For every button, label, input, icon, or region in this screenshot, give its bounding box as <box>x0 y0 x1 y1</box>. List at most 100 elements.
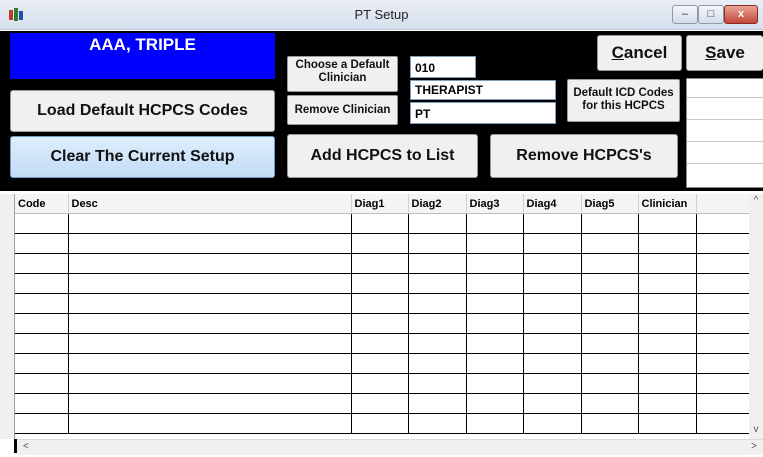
table-cell[interactable] <box>466 373 524 394</box>
column-header[interactable]: Diag3 <box>466 194 524 214</box>
table-row[interactable] <box>15 213 749 234</box>
table-cell[interactable] <box>408 373 467 394</box>
table-cell[interactable] <box>351 353 409 374</box>
table-cell[interactable] <box>15 233 69 254</box>
table-cell[interactable] <box>523 253 582 274</box>
table-row[interactable] <box>15 293 749 314</box>
table-row[interactable] <box>15 393 749 414</box>
table-cell[interactable] <box>696 413 749 434</box>
table-cell[interactable] <box>351 393 409 414</box>
table-cell[interactable] <box>696 293 749 314</box>
column-header[interactable]: Desc <box>68 194 352 214</box>
table-cell[interactable] <box>68 253 352 274</box>
table-cell[interactable] <box>351 333 409 354</box>
maximize-button[interactable]: □ <box>698 5 724 24</box>
table-cell[interactable] <box>581 233 639 254</box>
add-hcpcs-button[interactable]: Add HCPCS to List <box>287 134 478 178</box>
scroll-up-icon[interactable]: ^ <box>749 194 763 208</box>
table-cell[interactable] <box>408 413 467 434</box>
table-cell[interactable] <box>581 333 639 354</box>
table-cell[interactable] <box>696 253 749 274</box>
table-cell[interactable] <box>581 313 639 334</box>
table-cell[interactable] <box>351 213 409 234</box>
table-cell[interactable] <box>581 213 639 234</box>
table-cell[interactable] <box>466 313 524 334</box>
table-cell[interactable] <box>466 333 524 354</box>
hcpcs-grid[interactable]: Code Desc Diag1 Diag2 Diag3 Diag4 Diag5 Clinici… <box>15 194 749 439</box>
table-cell[interactable] <box>638 313 697 334</box>
table-cell[interactable] <box>581 253 639 274</box>
table-cell[interactable] <box>466 393 524 414</box>
table-cell[interactable] <box>638 273 697 294</box>
table-cell[interactable] <box>15 273 69 294</box>
table-row[interactable] <box>15 313 749 334</box>
table-cell[interactable] <box>15 333 69 354</box>
table-cell[interactable] <box>68 233 352 254</box>
table-cell[interactable] <box>638 373 697 394</box>
table-cell[interactable] <box>638 413 697 434</box>
table-cell[interactable] <box>523 213 582 234</box>
table-cell[interactable] <box>696 213 749 234</box>
table-cell[interactable] <box>638 393 697 414</box>
table-cell[interactable] <box>68 313 352 334</box>
table-cell[interactable] <box>696 273 749 294</box>
table-cell[interactable] <box>351 313 409 334</box>
table-cell[interactable] <box>351 413 409 434</box>
save-button[interactable]: Save <box>686 35 763 71</box>
table-cell[interactable] <box>696 393 749 414</box>
table-cell[interactable] <box>15 213 69 234</box>
horizontal-scrollbar[interactable]: < > <box>15 439 763 455</box>
icd-list-row[interactable] <box>687 119 763 120</box>
column-header[interactable]: Diag2 <box>408 194 467 214</box>
table-cell[interactable] <box>15 313 69 334</box>
clinician-type-field[interactable]: PT <box>410 102 556 124</box>
table-cell[interactable] <box>581 373 639 394</box>
table-cell[interactable] <box>523 373 582 394</box>
table-cell[interactable] <box>638 213 697 234</box>
table-cell[interactable] <box>581 393 639 414</box>
table-row[interactable] <box>15 353 749 374</box>
column-header[interactable] <box>696 194 749 214</box>
table-cell[interactable] <box>696 333 749 354</box>
choose-default-clinician-button[interactable]: Choose a Default Clinician <box>287 56 398 92</box>
load-default-hcpcs-button[interactable]: Load Default HCPCS Codes <box>10 90 275 132</box>
table-cell[interactable] <box>523 333 582 354</box>
table-cell[interactable] <box>466 353 524 374</box>
table-cell[interactable] <box>523 393 582 414</box>
table-cell[interactable] <box>523 313 582 334</box>
table-cell[interactable] <box>15 353 69 374</box>
table-cell[interactable] <box>15 413 69 434</box>
table-cell[interactable] <box>466 213 524 234</box>
table-cell[interactable] <box>408 293 467 314</box>
table-cell[interactable] <box>15 393 69 414</box>
remove-clinician-button[interactable]: Remove Clinician <box>287 95 398 125</box>
scroll-left-icon[interactable]: < <box>23 440 29 454</box>
table-cell[interactable] <box>68 353 352 374</box>
table-cell[interactable] <box>523 353 582 374</box>
table-cell[interactable] <box>696 353 749 374</box>
minimize-button[interactable]: – <box>672 5 698 24</box>
table-cell[interactable] <box>68 213 352 234</box>
table-cell[interactable] <box>351 253 409 274</box>
column-header[interactable]: Diag4 <box>523 194 582 214</box>
table-cell[interactable] <box>351 293 409 314</box>
default-icd-codes-button[interactable]: Default ICD Codes for this HCPCS <box>567 79 680 122</box>
table-cell[interactable] <box>68 413 352 434</box>
table-cell[interactable] <box>523 233 582 254</box>
table-cell[interactable] <box>408 253 467 274</box>
table-cell[interactable] <box>351 233 409 254</box>
column-header[interactable]: Diag5 <box>581 194 639 214</box>
table-cell[interactable] <box>581 273 639 294</box>
table-row[interactable] <box>15 233 749 254</box>
table-cell[interactable] <box>466 293 524 314</box>
table-cell[interactable] <box>408 233 467 254</box>
icd-list-row[interactable] <box>687 163 763 164</box>
scroll-down-icon[interactable]: v <box>749 423 763 437</box>
column-header[interactable]: Clinician <box>638 194 697 214</box>
table-cell[interactable] <box>696 313 749 334</box>
table-row[interactable] <box>15 373 749 394</box>
table-cell[interactable] <box>15 373 69 394</box>
table-cell[interactable] <box>351 273 409 294</box>
table-cell[interactable] <box>466 413 524 434</box>
table-cell[interactable] <box>408 213 467 234</box>
